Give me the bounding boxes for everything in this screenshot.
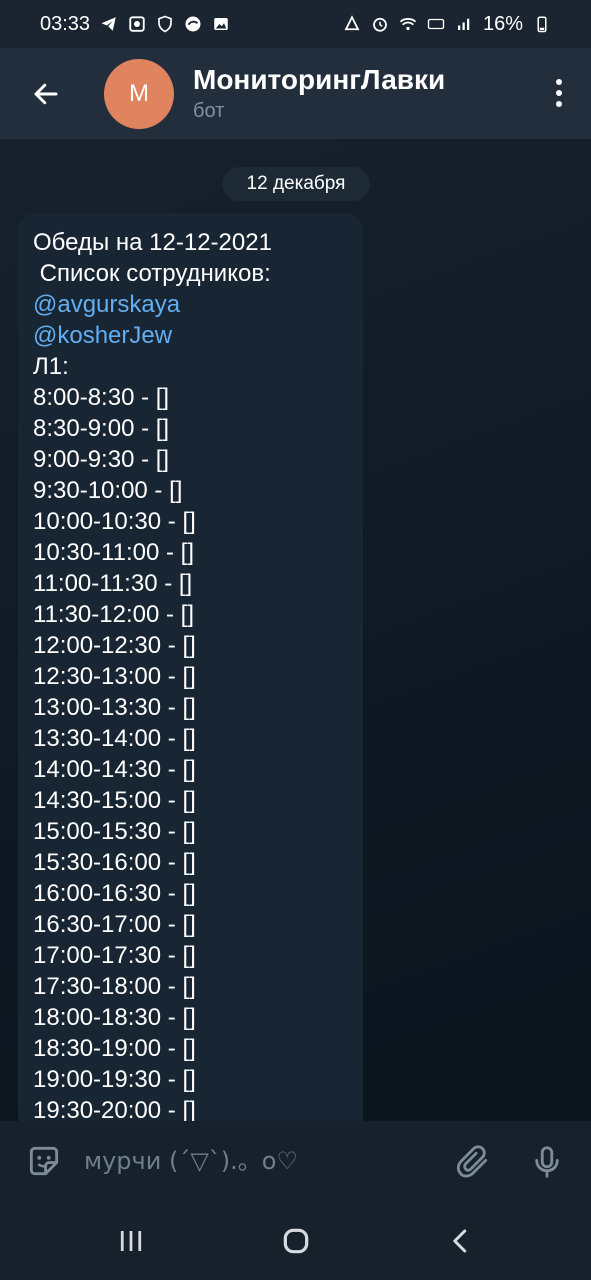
time-slot-line: 10:00-10:30 - []: [33, 508, 196, 535]
date-separator: 12 декабря: [222, 167, 370, 201]
header-text[interactable]: МониторингЛавки бот: [193, 64, 445, 123]
input-bar: [0, 1121, 591, 1201]
time-slot-line: 18:00-18:30 - []: [33, 1004, 196, 1031]
list-header: Список сотрудников:: [33, 260, 271, 287]
status-time: 03:33: [40, 12, 91, 35]
chat-header: М МониторингЛавки бот: [0, 48, 591, 139]
home-icon: [283, 1228, 309, 1254]
time-slot-line: 15:30-16:00 - []: [33, 849, 196, 876]
time-slot-line: 16:00-16:30 - []: [33, 880, 196, 907]
message-title: Обеды на 12-12-2021: [33, 229, 272, 256]
message-input[interactable]: [84, 1141, 434, 1181]
time-slot-line: 14:30-15:00 - []: [33, 787, 196, 814]
time-slot-line: 14:00-14:30 - []: [33, 756, 196, 783]
time-slot-line: 13:00-13:30 - []: [33, 694, 196, 721]
time-slot-line: 13:30-14:00 - []: [33, 725, 196, 752]
status-bar: 03:33 16%: [0, 0, 591, 48]
time-slot-line: 9:00-9:30 - []: [33, 446, 170, 473]
chevron-left-icon: [453, 1229, 467, 1253]
chat-title: МониторингЛавки: [193, 64, 446, 95]
slot-list: 8:00-8:30 - [] 8:30-9:00 - [] 9:00-9:30 - …: [33, 382, 349, 1121]
time-slot-line: 11:30-12:00 - []: [33, 601, 194, 628]
mention-link[interactable]: @avgurskaya: [33, 289, 349, 320]
battery-icon: [533, 15, 551, 33]
time-slot-line: 19:30-20:00 - []: [33, 1097, 196, 1121]
time-slot-line: 8:30-9:00 - []: [33, 415, 170, 442]
avatar[interactable]: М: [104, 58, 174, 129]
chat-subtitle: бот: [193, 100, 225, 122]
dot-icon: [556, 101, 562, 107]
time-slot-line: 17:30-18:00 - []: [33, 973, 196, 1000]
alarm-icon: [371, 15, 389, 33]
dot-icon: [556, 90, 562, 96]
back-arrow-icon: [34, 83, 58, 104]
emoji-button[interactable]: [24, 1141, 64, 1181]
status-right: 16%: [343, 13, 551, 36]
status-left: 03:33: [40, 13, 230, 36]
signal-icon: [455, 15, 473, 33]
time-slot-line: 18:30-19:00 - []: [33, 1035, 196, 1062]
time-slot-line: 15:00-15:30 - []: [33, 818, 196, 845]
time-slot-line: 9:30-10:00 - []: [33, 477, 183, 504]
paperclip-icon: [456, 1145, 488, 1178]
sticker-icon: [29, 1146, 59, 1176]
message-bubble[interactable]: Обеды на 12-12-2021 Список сотрудников: …: [18, 213, 363, 1121]
mention-link[interactable]: @kosherJew: [33, 320, 349, 351]
recents-icon: [120, 1231, 142, 1251]
back-nav-button[interactable]: [441, 1221, 481, 1261]
home-button[interactable]: [276, 1221, 316, 1261]
time-slot-line: 11:00-11:30 - []: [33, 570, 193, 597]
time-slot-line: 17:00-17:30 - []: [33, 942, 196, 969]
time-slot-line: 10:30-11:00 - []: [33, 539, 194, 566]
shield-icon: [156, 15, 174, 33]
time-slot-line: 12:00-12:30 - []: [33, 632, 196, 659]
time-slot-line: 12:30-13:00 - []: [33, 663, 196, 690]
line-label: Л1:: [33, 353, 69, 380]
dot-icon: [556, 79, 562, 85]
wifi-icon: [399, 15, 417, 33]
avatar-letter: М: [129, 79, 149, 107]
recycle-icon: [343, 15, 361, 33]
microphone-icon: [535, 1146, 559, 1178]
attach-button[interactable]: [452, 1141, 494, 1183]
recent-apps-button[interactable]: [111, 1221, 151, 1261]
telegram-icon: [100, 15, 118, 33]
voice-button[interactable]: [526, 1141, 568, 1183]
chat-area[interactable]: 12 декабря Обеды на 12-12-2021 Список со…: [0, 139, 591, 1121]
system-nav-bar: [0, 1201, 591, 1280]
more-menu-button[interactable]: [549, 70, 569, 116]
time-slot-line: 19:00-19:30 - []: [33, 1066, 196, 1093]
gallery-icon: [212, 15, 230, 33]
time-slot-line: 16:30-17:00 - []: [33, 911, 196, 938]
battery-percent: 16%: [482, 12, 523, 35]
notification-icon: [128, 15, 146, 33]
time-slot-line: 8:00-8:30 - []: [33, 384, 170, 411]
back-button[interactable]: [16, 64, 76, 124]
swirl-icon: [184, 15, 202, 33]
volte-icon: [427, 15, 445, 33]
